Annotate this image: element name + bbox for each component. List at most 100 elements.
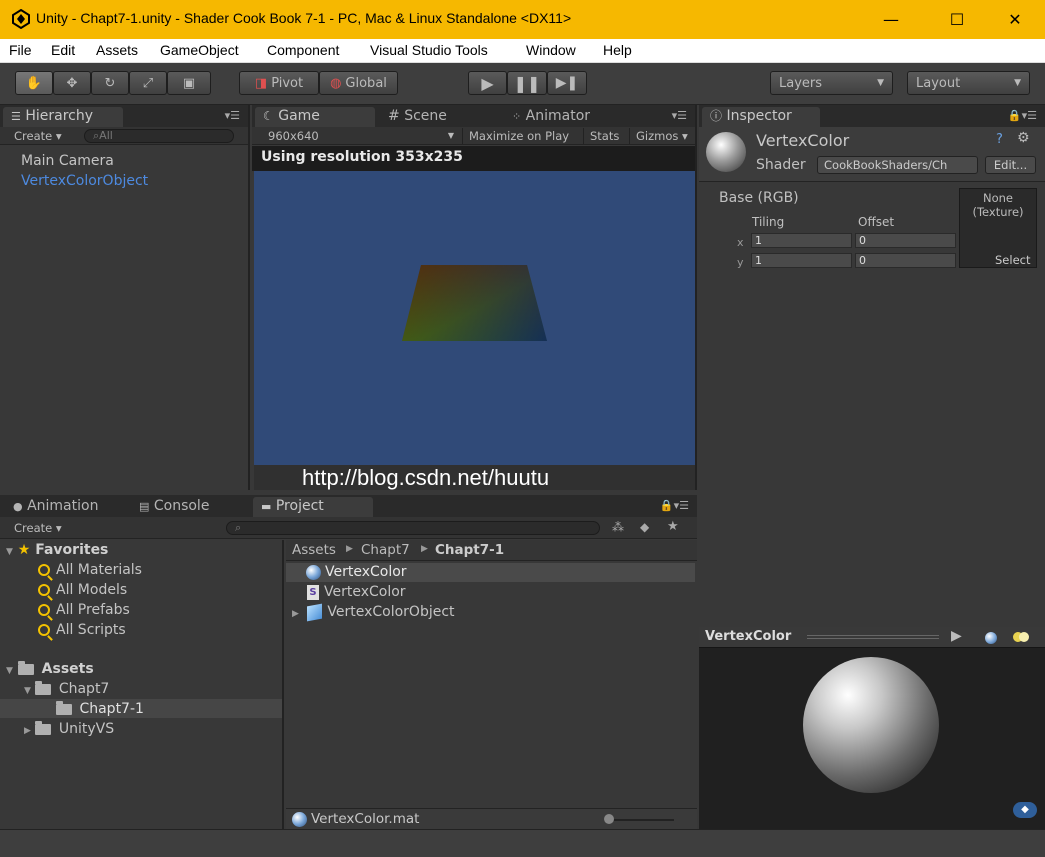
chevron-down-icon: ▼ bbox=[877, 78, 884, 88]
tab-animation[interactable]: ● Animation bbox=[5, 497, 106, 517]
preview-play-icon[interactable]: ▶ bbox=[951, 628, 962, 644]
pivot-icon: ◨ bbox=[254, 75, 268, 91]
tab-inspector[interactable]: ⓘ Inspector bbox=[702, 107, 820, 127]
gizmos-dropdown[interactable]: Gizmos ▾ bbox=[629, 128, 694, 144]
file-vertexcolorobject-prefab[interactable]: ▶ VertexColorObject bbox=[292, 603, 455, 621]
maximize-button[interactable]: ☐ bbox=[934, 0, 980, 39]
lock-and-menu-icon[interactable]: 🔒▾☰ bbox=[1008, 109, 1037, 122]
drag-handle[interactable] bbox=[807, 635, 939, 639]
move-icon: ✥ bbox=[66, 75, 78, 91]
offset-x-field[interactable]: 0 bbox=[855, 233, 956, 248]
breadcrumb-chapt7-1[interactable]: Chapt7-1 bbox=[435, 542, 504, 558]
folder-icon bbox=[35, 720, 52, 735]
file-vertexcolor-material[interactable]: VertexColor bbox=[306, 564, 407, 580]
tab-game[interactable]: ☾ Game bbox=[255, 107, 375, 127]
favorites-header[interactable]: ▼ ★ Favorites bbox=[6, 542, 108, 558]
tab-console[interactable]: ▤ Console bbox=[131, 497, 217, 517]
search-by-label-icon[interactable]: ◆ bbox=[640, 520, 649, 534]
panel-menu-icon[interactable]: ▾☰ bbox=[672, 109, 687, 122]
shader-dropdown[interactable]: CookBookShaders/Ch bbox=[817, 156, 978, 174]
folder-chapt7-1[interactable]: Chapt7-1 bbox=[56, 700, 144, 717]
asset-label-icon[interactable]: ◆ bbox=[1013, 802, 1037, 818]
scale-icon: ⤢ bbox=[142, 75, 154, 91]
material-preview-sphere[interactable] bbox=[803, 657, 939, 793]
menu-help[interactable]: Help bbox=[603, 42, 632, 58]
breadcrumb-separator-icon: ▶ bbox=[346, 544, 353, 554]
move-tool-button[interactable]: ✥ bbox=[53, 71, 91, 95]
menu-window[interactable]: Window bbox=[526, 42, 576, 58]
shader-edit-button[interactable]: Edit... bbox=[985, 156, 1036, 174]
project-tree: ▼ ★ Favorites All Materials All Models A… bbox=[0, 540, 284, 829]
breadcrumb-assets[interactable]: Assets bbox=[292, 542, 336, 558]
texture-select-button[interactable]: Select bbox=[995, 253, 1030, 267]
panel-menu-icon[interactable]: ▾☰ bbox=[225, 109, 240, 122]
game-icon: ☾ bbox=[263, 109, 274, 123]
rect-tool-button[interactable]: ▣ bbox=[167, 71, 211, 95]
tab-animator[interactable]: ⁘ Animator bbox=[504, 107, 598, 127]
help-icon[interactable]: ? bbox=[996, 132, 1003, 147]
minimize-button[interactable]: — bbox=[868, 0, 914, 39]
breadcrumb-separator-icon: ▶ bbox=[421, 544, 428, 554]
offset-y-field[interactable]: 0 bbox=[855, 253, 956, 268]
pivot-toggle[interactable]: ◨ Pivot bbox=[239, 71, 319, 95]
tiling-x-field[interactable]: 1 bbox=[751, 233, 852, 248]
preview-sphere-icon[interactable] bbox=[985, 632, 997, 644]
hierarchy-item-vertexcolorobject[interactable]: VertexColorObject bbox=[21, 173, 148, 189]
maximize-on-play-toggle[interactable]: Maximize on Play bbox=[462, 128, 575, 144]
project-create-button[interactable]: Create ▾ bbox=[8, 520, 68, 536]
tab-project[interactable]: ▬ Project bbox=[253, 497, 373, 517]
tab-scene[interactable]: # Scene bbox=[380, 107, 455, 127]
layers-dropdown[interactable]: Layers ▼ bbox=[770, 71, 893, 95]
menu-gameobject[interactable]: GameObject bbox=[160, 42, 239, 58]
star-icon: ★ bbox=[17, 542, 31, 558]
folder-icon bbox=[17, 660, 34, 675]
step-button[interactable]: ▶❚ bbox=[547, 71, 587, 95]
menu-visual-studio-tools[interactable]: Visual Studio Tools bbox=[370, 42, 488, 58]
bottom-tab-bar: ● Animation ▤ Console ▬ Project 🔒▾☰ bbox=[0, 495, 697, 517]
hierarchy-search-input[interactable]: ⌕All bbox=[84, 129, 234, 143]
favorite-all-models[interactable]: All Models bbox=[38, 582, 127, 598]
scene-grid-icon: # bbox=[388, 108, 400, 124]
rotate-tool-button[interactable]: ↻ bbox=[91, 71, 129, 95]
stats-toggle[interactable]: Stats bbox=[583, 128, 625, 144]
pause-button[interactable]: ❚❚ bbox=[507, 71, 547, 95]
texture-slot[interactable]: None (Texture) Select bbox=[959, 188, 1037, 268]
play-button[interactable]: ▶ bbox=[468, 71, 507, 95]
step-icon: ▶❚ bbox=[555, 75, 579, 91]
scale-tool-button[interactable]: ⤢ bbox=[129, 71, 167, 95]
breadcrumb-chapt7[interactable]: Chapt7 bbox=[361, 542, 410, 558]
menu-edit[interactable]: Edit bbox=[51, 42, 75, 58]
resolution-dropdown[interactable]: 960x640 ▼ bbox=[262, 128, 460, 144]
global-toggle[interactable]: ◍ Global bbox=[319, 71, 398, 95]
menu-component[interactable]: Component bbox=[267, 42, 339, 58]
project-search-input[interactable]: ⌕ bbox=[226, 521, 600, 535]
tiling-y-field[interactable]: 1 bbox=[751, 253, 852, 268]
file-vertexcolor-shader[interactable]: S VertexColor bbox=[307, 584, 406, 600]
status-selected-file: VertexColor.mat bbox=[292, 811, 419, 827]
icon-size-slider[interactable] bbox=[604, 814, 674, 824]
lock-and-menu-icon[interactable]: 🔒▾☰ bbox=[660, 499, 689, 512]
folder-chapt7[interactable]: ▼ Chapt7 bbox=[24, 680, 109, 697]
console-icon: ▤ bbox=[139, 500, 150, 513]
hand-tool-button[interactable]: ✋ bbox=[15, 71, 53, 95]
favorite-all-materials[interactable]: All Materials bbox=[38, 562, 142, 578]
favorite-all-prefabs[interactable]: All Prefabs bbox=[38, 602, 130, 618]
menu-file[interactable]: File bbox=[9, 42, 32, 58]
layout-dropdown[interactable]: Layout ▼ bbox=[907, 71, 1030, 95]
hierarchy-create-button[interactable]: Create ▾ bbox=[8, 128, 68, 144]
search-by-type-icon[interactable]: ⁂ bbox=[612, 520, 624, 534]
project-file-list: Assets ▶ Chapt7 ▶ Chapt7-1 VertexColor S… bbox=[286, 540, 697, 829]
game-viewport[interactable] bbox=[254, 171, 695, 465]
favorite-star-icon[interactable]: ★ bbox=[667, 519, 679, 534]
animation-icon: ● bbox=[13, 500, 23, 513]
tab-hierarchy[interactable]: ☰ Hierarchy bbox=[3, 107, 123, 127]
assets-header[interactable]: ▼ Assets bbox=[6, 660, 94, 677]
gear-icon[interactable]: ⚙ bbox=[1017, 130, 1030, 146]
folder-unityvs[interactable]: ▶ UnityVS bbox=[24, 720, 114, 737]
menu-assets[interactable]: Assets bbox=[96, 42, 138, 58]
close-button[interactable]: ✕ bbox=[992, 0, 1038, 39]
preview-light-icon[interactable] bbox=[1013, 632, 1029, 643]
favorite-all-scripts[interactable]: All Scripts bbox=[38, 622, 126, 638]
material-name: VertexColor bbox=[756, 131, 850, 150]
hierarchy-item-main-camera[interactable]: Main Camera bbox=[21, 153, 114, 169]
